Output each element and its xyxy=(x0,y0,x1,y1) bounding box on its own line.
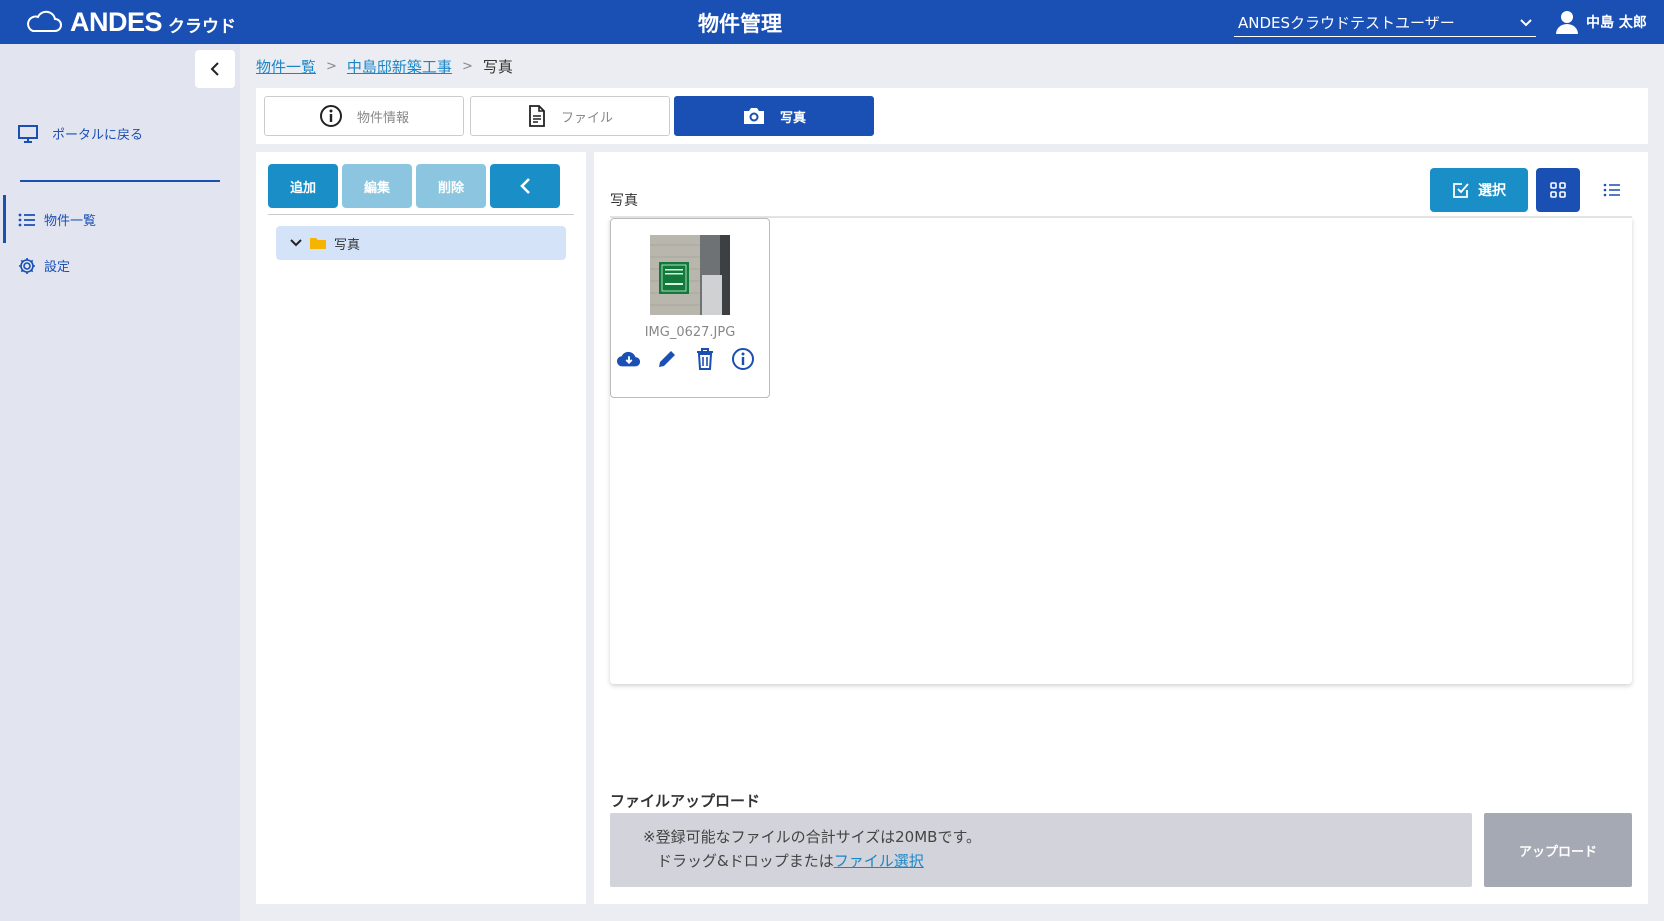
breadcrumb-separator-icon: > xyxy=(326,59,337,74)
sidebar-item-label: 物件一覧 xyxy=(44,214,97,229)
user-menu[interactable]: 中島 太郎 xyxy=(1556,8,1647,36)
chevron-left-icon xyxy=(520,178,530,194)
tab-file[interactable]: ファイル xyxy=(470,96,670,136)
gear-icon xyxy=(19,257,35,274)
collapse-tree-button[interactable] xyxy=(490,164,560,208)
page-scrollbar[interactable] xyxy=(1653,44,1664,921)
grid-icon xyxy=(1550,182,1566,198)
breadcrumb-separator-icon: > xyxy=(461,59,473,74)
info-icon xyxy=(319,105,342,127)
file-select-link[interactable]: ファイル選択 xyxy=(834,852,924,870)
chevron-down-icon[interactable] xyxy=(290,239,302,247)
folder-icon xyxy=(310,238,326,249)
sidebar-item-properties[interactable]: 物件一覧 xyxy=(2,195,97,243)
breadcrumb-current: 写真 xyxy=(482,58,513,76)
file-icon xyxy=(529,105,545,127)
sidebar-item-settings[interactable]: 設定 xyxy=(18,256,70,275)
upload-size-note: ※登録可能なファイルの合計サイズは20MBです。 xyxy=(643,828,981,846)
folder-panel: 追加 編集 削除 写真 xyxy=(256,152,586,904)
tab-label: 物件情報 xyxy=(356,110,409,126)
sidebar-divider xyxy=(20,180,220,182)
photo-thumbnail[interactable] xyxy=(650,235,730,315)
download-icon[interactable] xyxy=(617,347,641,371)
dropzone-instruction: ドラッグ&ドロップまたはファイル選択 xyxy=(643,849,1472,873)
camera-icon xyxy=(743,108,764,124)
sidebar: ポータルに戻る 物件一覧 設定 xyxy=(0,44,240,921)
photo-gallery: IMG_0627.JPG xyxy=(610,218,1632,684)
tree-folder-label: 写真 xyxy=(334,237,361,253)
account-select[interactable]: ANDESクラウドテストユーザー xyxy=(1234,9,1536,37)
breadcrumb: 物件一覧 > 中島邸新築工事 > 写真 xyxy=(256,56,513,77)
file-dropzone[interactable]: ※登録可能なファイルの合計サイズは20MBです。 ドラッグ&ドロップまたはファイ… xyxy=(610,813,1472,887)
photo-actions xyxy=(617,347,755,371)
edit-icon[interactable] xyxy=(655,347,679,371)
chevron-left-icon xyxy=(210,62,219,76)
info-icon[interactable] xyxy=(731,347,755,371)
grid-view-button[interactable] xyxy=(1536,168,1580,212)
photo-card[interactable]: IMG_0627.JPG xyxy=(610,218,770,398)
add-button[interactable]: 追加 xyxy=(268,164,338,208)
sidebar-item-label: ポータルに戻る xyxy=(52,128,144,143)
sidebar-item-portal[interactable]: ポータルに戻る xyxy=(18,124,143,143)
collapse-sidebar-button[interactable] xyxy=(195,50,235,88)
select-button[interactable]: 選択 xyxy=(1430,168,1528,212)
select-button-label: 選択 xyxy=(1478,183,1506,199)
sidebar-item-label: 設定 xyxy=(44,260,71,275)
section-title: 写真 xyxy=(610,193,638,209)
tree-folder-photos[interactable]: 写真 xyxy=(276,226,566,260)
account-select-value: ANDESクラウドテストユーザー xyxy=(1238,14,1455,32)
edit-button[interactable]: 編集 xyxy=(342,164,412,208)
delete-button[interactable]: 削除 xyxy=(416,164,486,208)
tab-photo[interactable]: 写真 xyxy=(674,96,874,136)
monitor-icon xyxy=(18,124,38,143)
list-icon xyxy=(1603,183,1620,197)
chevron-down-icon xyxy=(1520,16,1532,30)
list-icon xyxy=(18,213,35,226)
drop-text: ドラッグ&ドロップまたは xyxy=(657,852,834,870)
photo-filename: IMG_0627.JPG xyxy=(644,325,736,340)
toolbar-divider xyxy=(268,214,574,215)
breadcrumb-link-properties[interactable]: 物件一覧 xyxy=(256,56,316,77)
upload-section-title: ファイルアップロード xyxy=(610,792,761,810)
tab-label: 写真 xyxy=(779,110,806,126)
checkbox-icon xyxy=(1453,183,1469,198)
breadcrumb-link-project[interactable]: 中島邸新築工事 xyxy=(347,56,452,77)
photo-panel: 写真 選択 IMG_0627.JPG ファイルアップロード ※登録可能なファイル… xyxy=(594,152,1648,904)
trash-icon[interactable] xyxy=(693,347,717,371)
tab-label: ファイル xyxy=(560,110,613,126)
user-icon xyxy=(1556,11,1578,34)
tab-property-info[interactable]: 物件情報 xyxy=(264,96,464,136)
list-view-button[interactable] xyxy=(1590,168,1634,212)
user-name: 中島 太郎 xyxy=(1586,15,1647,31)
tab-bar: 物件情報 ファイル 写真 xyxy=(256,88,1648,144)
app-header: ANDES クラウド 物件管理 ANDESクラウドテストユーザー 中島 太郎 xyxy=(0,0,1664,44)
upload-button[interactable]: アップロード xyxy=(1484,813,1632,887)
